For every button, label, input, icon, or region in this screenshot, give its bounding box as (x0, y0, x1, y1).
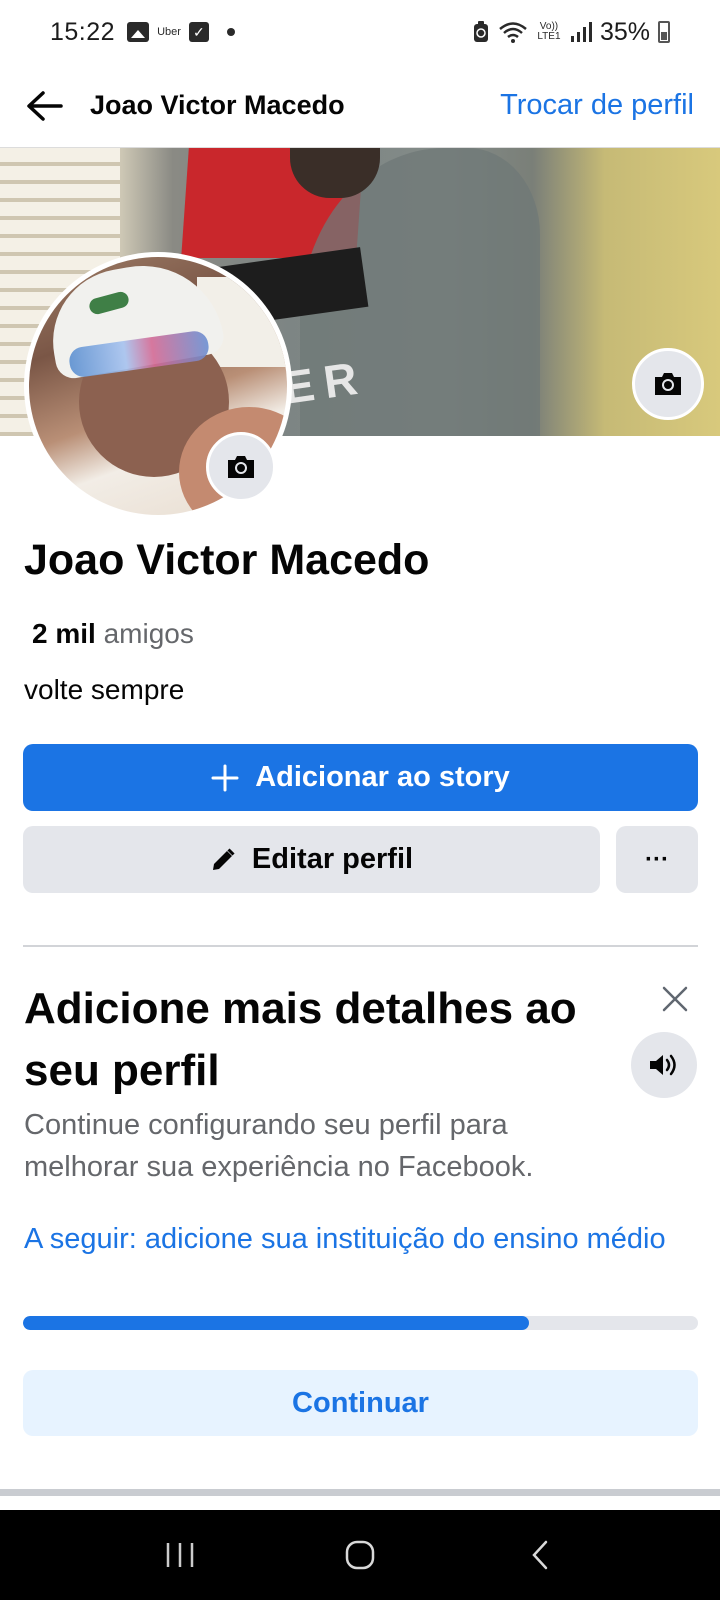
wifi-icon (499, 22, 527, 43)
friends-label: amigos (103, 618, 194, 649)
audio-button[interactable] (631, 1032, 697, 1098)
home-icon (345, 1540, 375, 1570)
more-options-button[interactable]: ··· (616, 826, 698, 893)
status-bar: 15:22 Uber ✓ Vo)) LTE1 35% (0, 0, 720, 64)
close-icon (662, 986, 688, 1012)
system-navigation-bar (0, 1510, 720, 1600)
notification-icons: Uber ✓ (127, 22, 235, 42)
uber-icon: Uber (157, 26, 181, 38)
top-app-bar: Joao Victor Macedo Trocar de perfil (0, 64, 720, 148)
continue-button[interactable]: Continuar (23, 1370, 698, 1436)
details-card-title: Adicione mais detalhes ao seu perfil (24, 984, 577, 1095)
continue-label: Continuar (292, 1386, 429, 1419)
section-divider (23, 945, 698, 947)
speaker-icon (650, 1054, 676, 1076)
section-separator (0, 1489, 720, 1496)
battery-icon (658, 21, 670, 43)
dismiss-card-button[interactable] (654, 978, 696, 1020)
system-status-icons: Vo)) LTE1 35% (472, 18, 670, 47)
edit-profile-label: Editar perfil (251, 843, 414, 875)
add-to-story-label: Adicionar ao story (255, 761, 510, 793)
profile-progress-fill (23, 1316, 530, 1330)
back-icon (532, 1540, 548, 1570)
add-to-story-button[interactable]: Adicionar ao story (23, 744, 698, 811)
profile-progress-bar (23, 1316, 698, 1330)
edit-profile-picture-button[interactable] (206, 432, 276, 502)
friends-summary[interactable]: 2 mil amigos (32, 618, 194, 650)
recycle-battery-icon (473, 21, 488, 42)
recent-apps-icon (166, 1543, 194, 1567)
switch-profile-link[interactable]: Trocar de perfil (500, 89, 694, 122)
status-time: 15:22 (50, 17, 116, 46)
system-back-button[interactable] (510, 1525, 570, 1585)
dot-icon (226, 28, 235, 36)
home-button[interactable] (330, 1525, 390, 1585)
camera-icon (655, 373, 681, 395)
profile-name: Joao Victor Macedo (24, 536, 430, 584)
recent-apps-button[interactable] (150, 1525, 210, 1585)
camera-icon (228, 456, 254, 478)
back-button[interactable] (0, 64, 90, 148)
edit-cover-photo-button[interactable] (632, 348, 704, 420)
profile-bio: volte sempre (24, 674, 185, 705)
header-title: Joao Victor Macedo (90, 90, 345, 120)
arrow-left-icon (27, 90, 63, 121)
pencil-icon (212, 847, 235, 870)
image-icon (127, 22, 150, 42)
edit-profile-button[interactable]: Editar perfil (23, 826, 600, 893)
friends-count: 2 mil (32, 618, 96, 649)
checkbox-icon: ✓ (188, 22, 209, 42)
signal-icon (570, 22, 592, 42)
more-icon: ··· (645, 845, 669, 873)
lte-indicator: Vo)) LTE1 (537, 21, 561, 42)
next-step-link[interactable]: A seguir: adicione sua instituição do en… (24, 1218, 674, 1260)
battery-percent: 35% (599, 17, 650, 46)
plus-icon (211, 764, 239, 791)
details-card-description: Continue configurando seu perfil para me… (24, 1109, 534, 1183)
